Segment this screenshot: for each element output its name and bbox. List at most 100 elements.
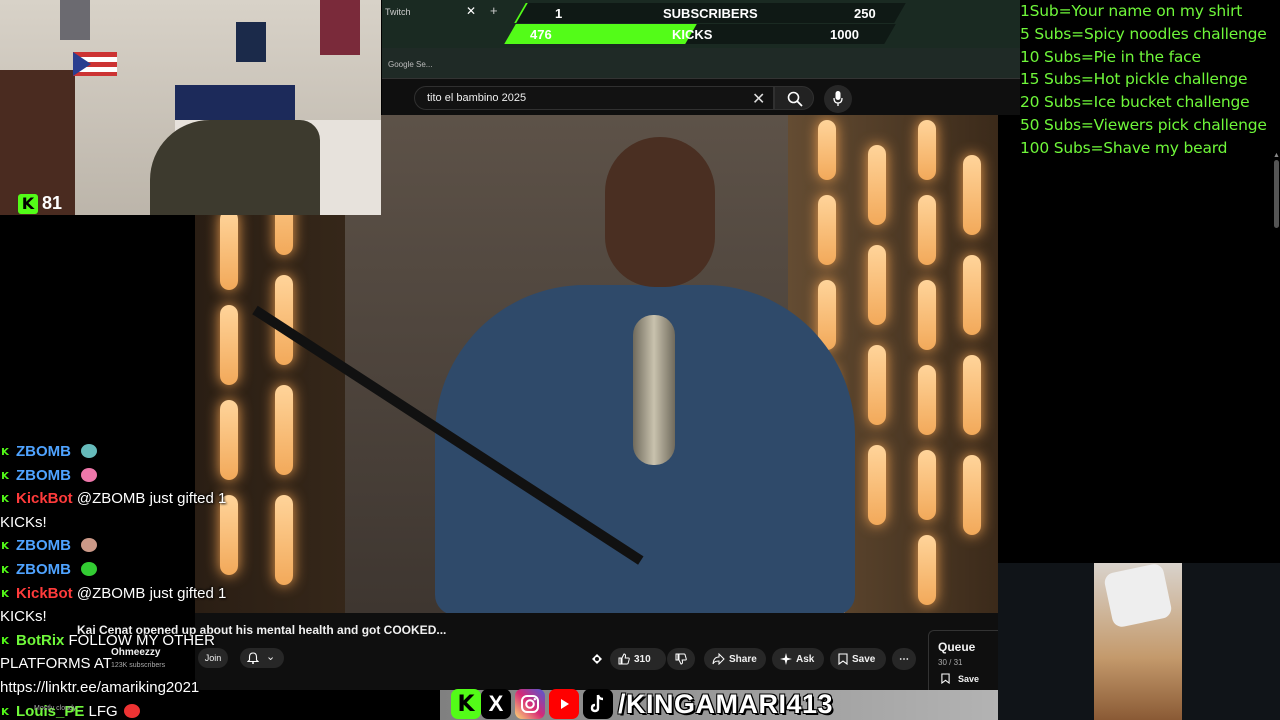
- youtube-search-input[interactable]: tito el bambino 2025: [414, 86, 774, 110]
- chat-message: PLATFORMS AT: [0, 652, 260, 676]
- search-button[interactable]: [774, 86, 814, 110]
- chat-text: KICKs!: [0, 608, 47, 626]
- chat-username[interactable]: ZBOMB: [16, 443, 71, 460]
- viewer-count-value: 81: [42, 193, 63, 213]
- ask-button[interactable]: Ask: [772, 648, 824, 670]
- kicks-goal-target: 1000: [830, 27, 859, 42]
- chat-overlay: K ZBOMB K ZBOMB K KickBot @ZBOMB just gifte…: [0, 440, 260, 720]
- kick-badge-icon: K: [1, 470, 9, 482]
- chat-text: FOLLOW MY OTHER: [68, 631, 215, 649]
- emote-icon: [81, 444, 98, 458]
- chat-message: K ZBOMB: [0, 558, 260, 582]
- queue-count: 30 / 31: [938, 658, 963, 667]
- streamer-webcam: [0, 0, 381, 215]
- chat-message: K BotRix FOLLOW MY OTHER: [0, 629, 260, 653]
- chat-message: https://linktr.ee/amariking2021: [0, 676, 260, 700]
- social-handle: /KINGAMARI413: [618, 689, 834, 719]
- tab-label: Twitch: [385, 7, 411, 17]
- stream-overlay: K 81 Twitch ✕ + 1 SUBSCRIBERS 250 476 KI…: [0, 0, 1280, 720]
- chat-text: KICKs!: [0, 513, 47, 531]
- share-label: Share: [729, 653, 757, 665]
- like-count: 310: [634, 653, 651, 665]
- chat-username[interactable]: ZBOMB: [16, 537, 71, 554]
- chat-username[interactable]: ZBOMB: [16, 561, 71, 578]
- kick-badge-icon: K: [1, 494, 9, 506]
- chat-username[interactable]: BotRix: [16, 632, 64, 649]
- sub-goal-item: 5 Subs=Spicy noodles challenge: [1020, 24, 1267, 43]
- thumbs-up-icon: [618, 653, 630, 665]
- browser-bookmarks-bar: [382, 48, 1020, 79]
- x-icon: X: [481, 689, 511, 719]
- save-label: Save: [852, 653, 876, 665]
- chevron-down-icon: ⌄: [266, 651, 276, 663]
- remix-icon[interactable]: [590, 652, 604, 666]
- like-button[interactable]: 310: [610, 648, 666, 670]
- chat-username[interactable]: ZBOMB: [16, 467, 71, 484]
- scrollbar-thumb[interactable]: [1274, 160, 1279, 228]
- viewer-count: K 81: [18, 193, 62, 214]
- chat-username[interactable]: KickBot: [16, 490, 73, 507]
- search-query: tito el bambino 2025: [427, 92, 527, 104]
- search-icon: [787, 91, 803, 107]
- microphone: [633, 315, 675, 465]
- scroll-up-arrow-icon[interactable]: ▲: [1273, 152, 1280, 159]
- subscriber-goal-current: 1: [555, 6, 563, 21]
- emote-icon: [81, 538, 98, 553]
- ask-label: Ask: [796, 653, 815, 665]
- sub-goal-item: 1Sub=Your name on my shirt: [1020, 2, 1243, 20]
- tiktok-icon: [583, 689, 613, 719]
- chat-text: @ZBOMB just gifted 1: [76, 490, 227, 508]
- browser-tab[interactable]: Twitch: [382, 0, 502, 24]
- kick-badge-icon: K: [1, 588, 9, 600]
- bookmark-icon: [941, 673, 950, 684]
- chat-text: https://linktr.ee/amariking2021: [0, 678, 200, 696]
- kick-badge-icon: K: [1, 635, 9, 647]
- chat-username[interactable]: KickBot: [16, 585, 73, 602]
- subscriber-goal-target: 250: [854, 6, 876, 21]
- kick-badge-icon: K: [1, 447, 9, 458]
- kick-badge-icon: K: [1, 706, 9, 718]
- chat-text: LFG: [88, 702, 118, 720]
- subscriber-goal-label: SUBSCRIBERS: [663, 6, 758, 21]
- chat-message: K ZBOMB: [0, 464, 260, 488]
- chat-message: K ZBOMB: [0, 440, 260, 464]
- more-actions-button[interactable]: ⋯: [892, 648, 916, 670]
- share-button[interactable]: Share: [704, 648, 766, 670]
- bookmark-google-search[interactable]: Google Se...: [388, 60, 432, 69]
- queue-save-label: Save: [958, 673, 980, 684]
- chat-text: @ZBOMB just gifted 1: [76, 584, 227, 602]
- chat-message: K KickBot @ZBOMB just gifted 1: [0, 487, 260, 511]
- queue-save-button[interactable]: Save: [941, 673, 979, 684]
- dislike-button[interactable]: [667, 648, 695, 670]
- microphone-icon: [833, 91, 843, 106]
- weather-status: Mostly cloudy: [34, 705, 77, 712]
- secondary-camera: [998, 562, 1280, 720]
- sparkle-icon: [780, 653, 792, 665]
- new-tab-icon[interactable]: +: [490, 3, 498, 18]
- poster: [236, 22, 266, 62]
- blanket: [150, 120, 320, 215]
- kick-icon: K: [451, 689, 481, 719]
- bookmark-icon: [838, 653, 848, 665]
- puerto-rico-flag: [73, 52, 117, 76]
- queue-title: Queue: [938, 640, 976, 654]
- sub-goal-item: 50 Subs=Viewers pick challenge: [1020, 115, 1267, 134]
- voice-search-button[interactable]: [824, 85, 852, 113]
- sub-goal-item: 20 Subs=Ice bucket challenge: [1020, 93, 1250, 112]
- clear-search-icon[interactable]: ✕: [752, 89, 765, 109]
- emote-icon: [81, 467, 98, 482]
- youtube-icon: [549, 689, 579, 719]
- chat-message: KICKs!: [0, 511, 260, 535]
- speaker-head: [605, 137, 715, 287]
- kick-logo-icon: K: [18, 193, 38, 214]
- sub-goal-item: 15 Subs=Hot pickle challenge: [1020, 70, 1248, 89]
- kick-badge-icon: K: [1, 564, 9, 576]
- sub-goal-list: 1Sub=Your name on my shirt 5 Subs=Spicy …: [1020, 0, 1280, 160]
- more-icon: ⋯: [899, 653, 909, 665]
- emote-icon: [123, 703, 140, 718]
- tab-close-icon[interactable]: ✕: [466, 4, 476, 18]
- sub-goal-item: 100 Subs=Shave my beard: [1020, 138, 1228, 157]
- chat-text: PLATFORMS AT: [0, 655, 112, 673]
- chat-message: K KickBot @ZBOMB just gifted 1: [0, 582, 260, 606]
- save-button[interactable]: Save: [830, 648, 886, 670]
